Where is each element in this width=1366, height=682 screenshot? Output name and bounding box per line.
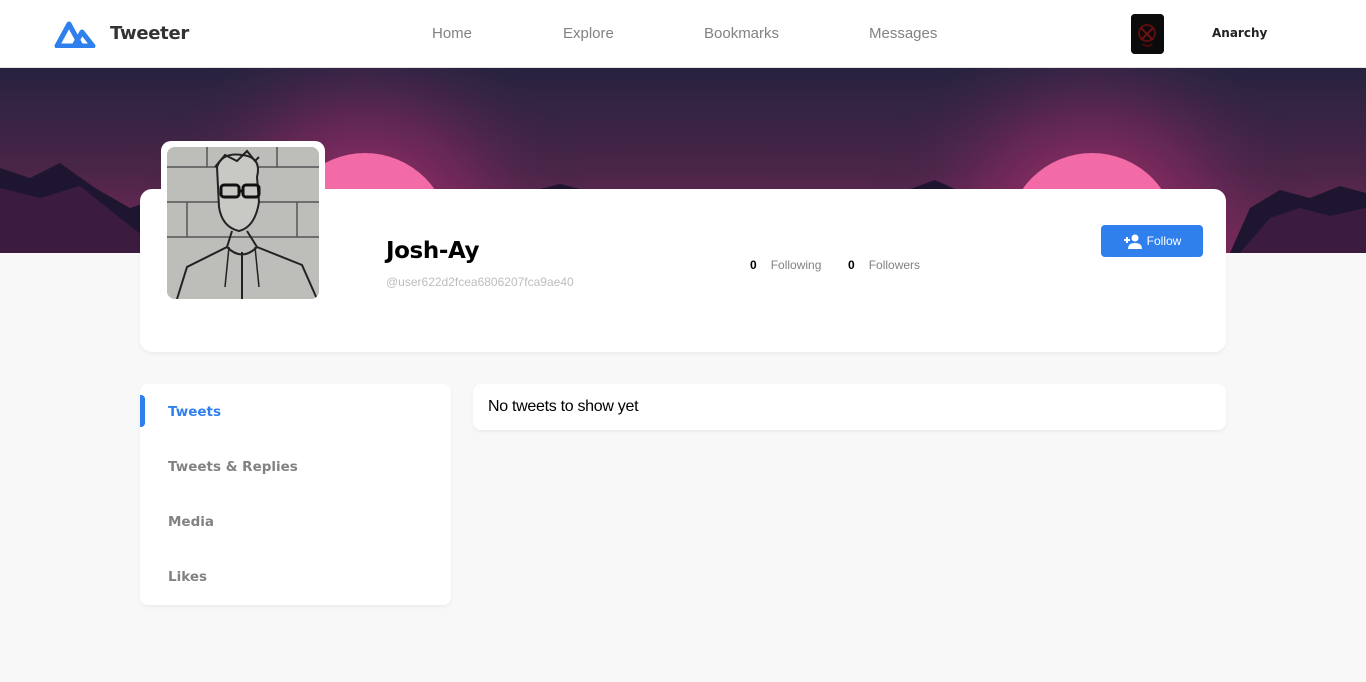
user-avatar[interactable] (1131, 14, 1164, 54)
nav-explore[interactable]: Explore (563, 25, 614, 42)
person-add-icon (1123, 234, 1142, 249)
nav-home[interactable]: Home (432, 25, 472, 42)
profile-avatar (167, 147, 319, 299)
nav-bookmarks[interactable]: Bookmarks (704, 25, 779, 42)
tab-tweets-replies[interactable]: Tweets & Replies (168, 459, 298, 475)
profile-avatar-frame (161, 141, 325, 304)
user-name[interactable]: Anarchy (1212, 26, 1267, 40)
followers-count: 0 (848, 258, 855, 272)
brand[interactable]: Tweeter (54, 18, 189, 48)
follow-button[interactable]: Follow (1101, 225, 1203, 257)
follow-button-label: Follow (1146, 234, 1182, 248)
tab-media[interactable]: Media (168, 514, 214, 530)
followers-label: Followers (868, 258, 921, 272)
tweets-panel: No tweets to show yet (473, 384, 1226, 430)
following-count: 0 (750, 258, 757, 272)
active-tab-indicator (140, 395, 145, 427)
profile-display-name: Josh-Ay (386, 238, 480, 264)
top-navbar: Tweeter Home Explore Bookmarks Messages … (0, 0, 1366, 68)
tab-likes[interactable]: Likes (168, 569, 207, 585)
profile-handle: @user622d2fcea6806207fca9ae40 (386, 275, 574, 289)
tab-tweets[interactable]: Tweets (168, 404, 221, 420)
following-label: Following (770, 258, 822, 272)
empty-tweets-message: No tweets to show yet (488, 398, 639, 415)
app-name: Tweeter (110, 22, 189, 44)
nav-messages[interactable]: Messages (869, 25, 937, 42)
tweeter-logo-icon (54, 21, 96, 48)
profile-tabs: Tweets Tweets & Replies Media Likes (140, 384, 451, 605)
followers-stat[interactable]: 0 Followers (848, 258, 920, 272)
following-stat[interactable]: 0 Following (750, 258, 821, 272)
